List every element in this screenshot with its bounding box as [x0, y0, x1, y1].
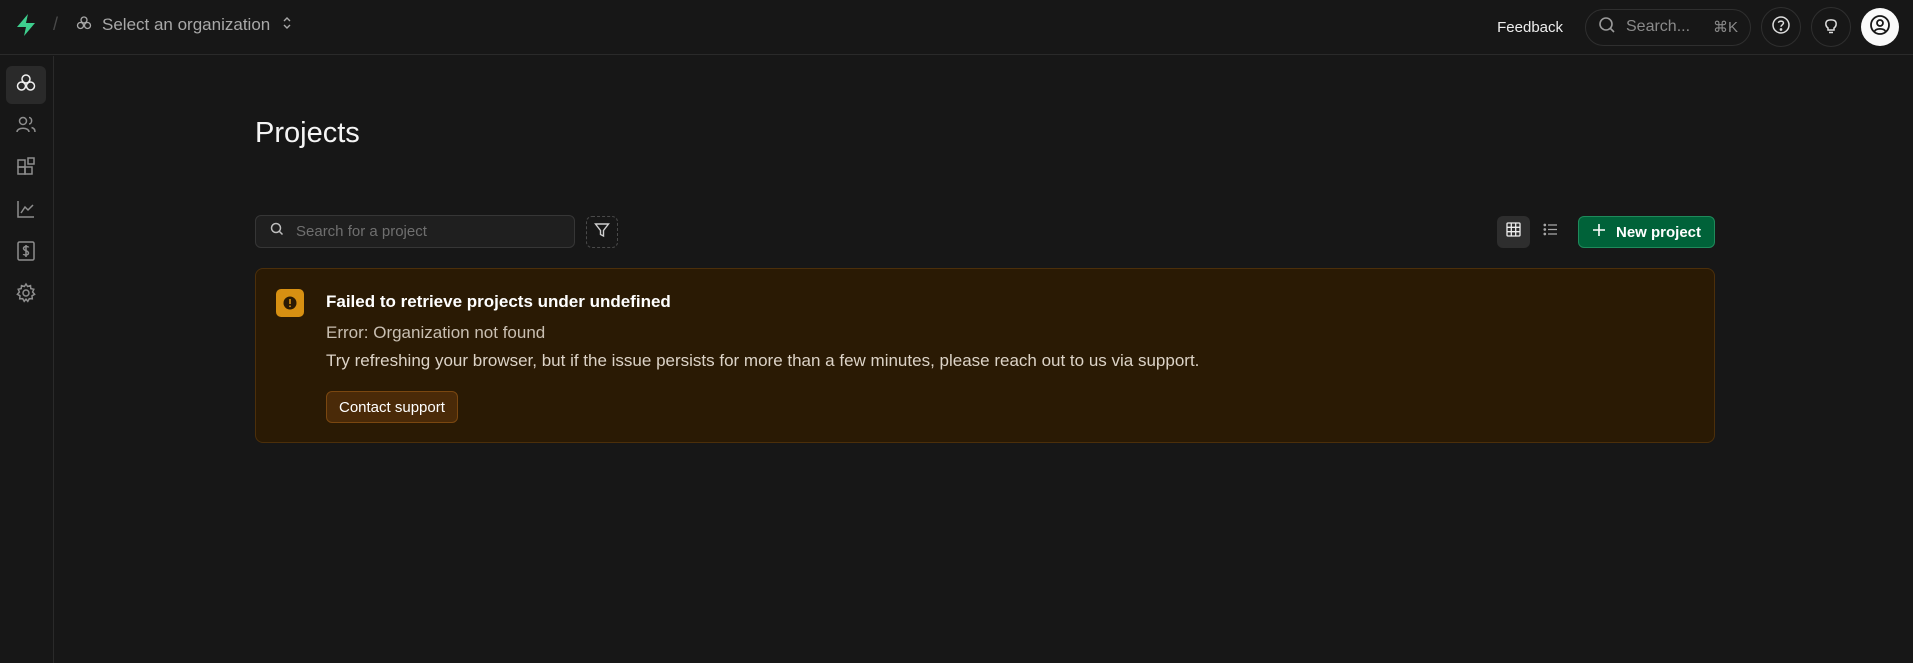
sidebar — [0, 56, 54, 663]
feedback-button[interactable]: Feedback — [1497, 19, 1563, 36]
page-title: Projects — [255, 117, 360, 149]
project-search-input[interactable] — [296, 223, 546, 240]
alert-help-message: Try refreshing your browser, but if the … — [326, 351, 1200, 370]
global-search[interactable]: Search... ⌘K — [1585, 8, 1751, 46]
new-project-label: New project — [1615, 223, 1702, 241]
sidebar-item-settings[interactable] — [6, 276, 46, 314]
top-right-actions: Feedback Search... ⌘K — [1497, 6, 1899, 48]
search-icon — [270, 222, 284, 241]
filter-icon — [594, 222, 610, 243]
organization-selector[interactable]: Select an organization — [76, 12, 294, 38]
warning-icon — [276, 289, 304, 317]
sidebar-item-integrations[interactable] — [6, 150, 46, 188]
settings-gear-icon — [15, 282, 37, 309]
grid-icon — [1506, 222, 1521, 242]
integrations-icon — [15, 156, 37, 183]
list-icon — [1543, 222, 1558, 242]
sidebar-item-usage[interactable] — [6, 192, 46, 230]
sidebar-item-team[interactable] — [6, 108, 46, 146]
supabase-logo-icon[interactable] — [13, 12, 39, 38]
search-shortcut: ⌘K — [1712, 19, 1738, 36]
grid-view-toggle[interactable] — [1497, 216, 1530, 248]
team-icon — [15, 114, 37, 141]
sidebar-item-billing[interactable] — [6, 234, 46, 272]
help-icon — [1771, 15, 1791, 40]
project-search[interactable] — [255, 215, 575, 248]
contact-support-button[interactable]: Contact support — [326, 391, 458, 423]
help-button[interactable] — [1761, 7, 1801, 47]
error-alert: Failed to retrieve projects under undefi… — [255, 268, 1715, 443]
user-avatar-button[interactable] — [1861, 8, 1899, 46]
whats-new-button[interactable] — [1811, 7, 1851, 47]
new-project-button[interactable]: New project — [1578, 216, 1715, 248]
sidebar-item-projects[interactable] — [6, 66, 46, 104]
chevron-up-down-icon — [280, 15, 294, 36]
billing-icon — [15, 240, 37, 267]
usage-chart-icon — [15, 198, 37, 225]
alert-title: Failed to retrieve projects under undefi… — [326, 292, 671, 311]
breadcrumb-separator: / — [53, 14, 59, 34]
alert-error-message: Error: Organization not found — [326, 323, 546, 342]
top-bar: / Select an organization Feedback Search… — [0, 0, 1913, 55]
filter-button[interactable] — [586, 216, 618, 248]
search-icon — [1598, 16, 1616, 39]
organization-icon — [76, 15, 92, 36]
user-avatar-icon — [1869, 14, 1891, 41]
lightbulb-icon — [1821, 15, 1841, 40]
organization-selector-label: Select an organization — [102, 15, 271, 34]
global-search-placeholder: Search... — [1626, 18, 1691, 35]
plus-icon — [1592, 223, 1606, 241]
list-view-toggle[interactable] — [1534, 216, 1567, 248]
projects-icon — [15, 72, 37, 99]
